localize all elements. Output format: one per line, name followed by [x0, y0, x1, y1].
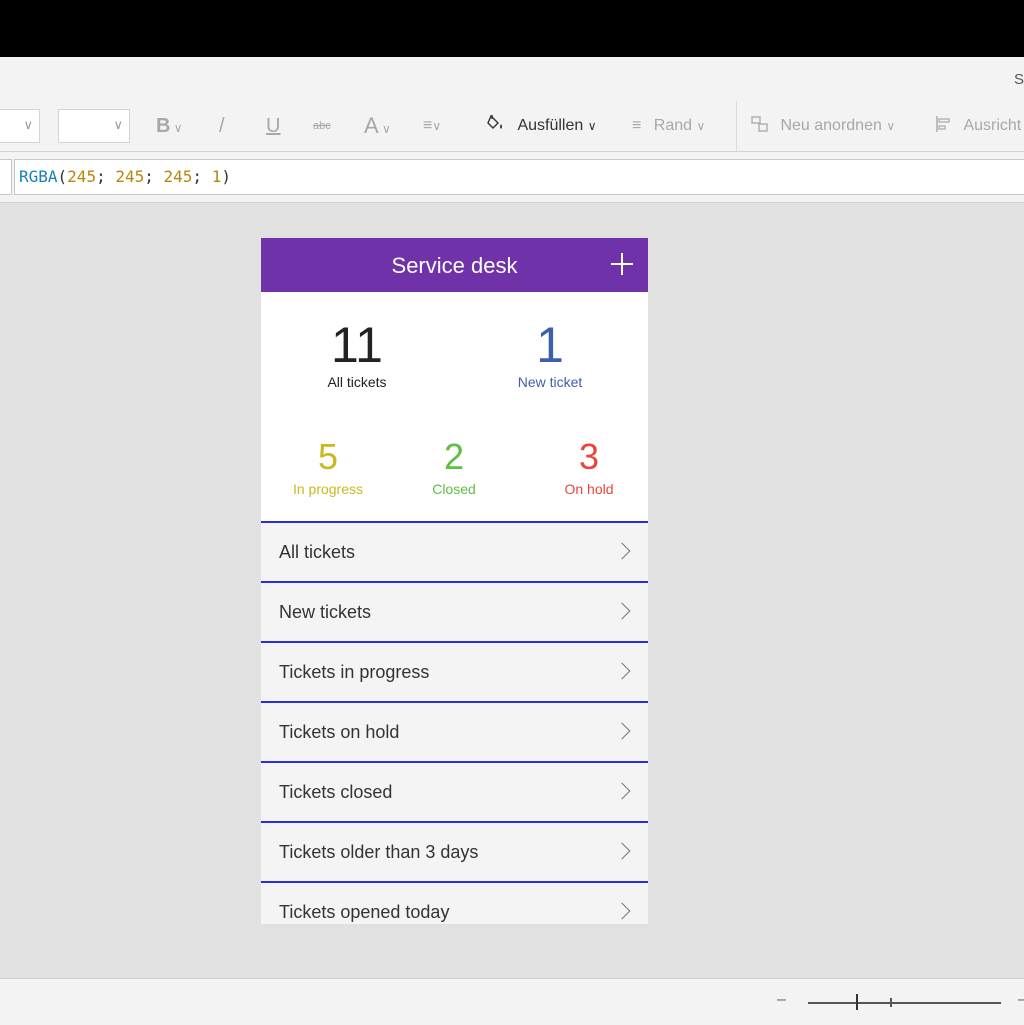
title-bar: S [0, 57, 1024, 102]
ticket-menu-list: All tickets New tickets Tickets in progr… [261, 521, 648, 924]
border-button[interactable]: ≡ Rand ∨ [632, 111, 705, 141]
align-lines-icon: ≡ [423, 117, 433, 134]
zoom-slider-thumb[interactable] [856, 994, 858, 1010]
menu-item-tickets-older-than-3-days[interactable]: Tickets older than 3 days [261, 821, 648, 881]
chevron-right-icon [613, 602, 631, 620]
status-bar: – – [0, 978, 1024, 1025]
underline-label: U [266, 115, 281, 137]
format-toolbar: ∨ ∨ B ∨ / U abc A ∨ ≡∨ Ausfüllen ∨ ≡ Ran… [0, 101, 1024, 152]
stat-new-label: New ticket [517, 374, 583, 390]
bold-label: B [156, 115, 171, 137]
stat-closed-value: 2 [443, 436, 465, 477]
app-header: Service desk [261, 238, 648, 292]
arrange-icon [751, 116, 768, 132]
align-left-icon [936, 116, 950, 132]
align-button[interactable]: Ausricht [935, 111, 1021, 141]
border-label: Rand [653, 117, 693, 134]
stat-progress-value: 5 [317, 436, 339, 477]
underline-button[interactable]: U [266, 111, 280, 141]
text-align-button[interactable]: ≡∨ [423, 111, 441, 141]
formula-separator: ; [192, 167, 212, 186]
zoom-slider-tick [890, 998, 892, 1007]
chevron-right-icon [613, 902, 631, 920]
stat-hold-value: 3 [578, 436, 600, 477]
formula-separator: ; [144, 167, 164, 186]
zoom-slider-track[interactable] [808, 1002, 1001, 1004]
menu-item-label: All tickets [279, 542, 356, 562]
menu-item-label: Tickets in progress [279, 662, 430, 682]
chevron-down-icon: ∨ [170, 121, 183, 135]
stat-on-hold[interactable]: 3 On hold [539, 436, 639, 498]
stat-closed-label: Closed [432, 481, 476, 497]
menu-item-label: Tickets older than 3 days [279, 842, 479, 862]
font-color-label: A [364, 113, 379, 138]
stat-closed[interactable]: 2 Closed [404, 436, 504, 498]
stat-in-progress[interactable]: 5 In progress [278, 436, 378, 498]
zoom-in-button[interactable]: – [1018, 991, 1024, 1009]
formula-paren-open: ( [57, 167, 68, 186]
menu-item-tickets-on-hold[interactable]: Tickets on hold [261, 701, 648, 761]
formula-paren-close: ) [221, 167, 231, 186]
font-family-dropdown[interactable]: ∨ [0, 109, 40, 143]
font-color-button[interactable]: A ∨ [364, 111, 391, 141]
toolbar-separator [736, 101, 737, 151]
fill-button[interactable]: Ausfüllen ∨ [486, 111, 597, 141]
menu-item-tickets-opened-today[interactable]: Tickets opened today [261, 881, 648, 924]
arrange-button[interactable]: Neu anordnen ∨ [750, 111, 895, 141]
formula-alpha: 1 [211, 167, 222, 186]
chevron-down-icon: ∨ [23, 117, 33, 132]
chevron-right-icon [613, 662, 631, 680]
formula-function: RGBA [19, 167, 58, 186]
add-icon[interactable] [611, 253, 633, 275]
chevron-down-icon: ∨ [696, 119, 706, 133]
app-screen[interactable]: Service desk 11 All tickets 1 New ticket… [261, 238, 648, 924]
window-title-fragment: S [1013, 71, 1024, 88]
chevron-right-icon [613, 842, 631, 860]
paint-bucket-icon [487, 114, 502, 129]
menu-item-label: New tickets [279, 602, 372, 622]
strikethrough-button[interactable]: abc [313, 111, 331, 141]
formula-red: 245 [67, 167, 97, 186]
italic-label: / [219, 115, 225, 137]
menu-item-label: Tickets closed [279, 782, 393, 802]
menu-item-label: Tickets on hold [279, 722, 400, 742]
formula-blue: 245 [163, 167, 193, 186]
chevron-down-icon: ∨ [886, 119, 896, 133]
menu-item-all-tickets[interactable]: All tickets [261, 521, 648, 581]
stat-hold-label: On hold [564, 481, 614, 497]
zoom-out-button[interactable]: – [777, 991, 786, 1009]
chevron-right-icon [613, 782, 631, 800]
menu-item-tickets-closed[interactable]: Tickets closed [261, 761, 648, 821]
fill-label: Ausfüllen [517, 117, 584, 134]
formula-separator: ; [96, 167, 116, 186]
chevron-right-icon [613, 542, 631, 560]
top-black-bar [0, 0, 1024, 57]
formula-green: 245 [115, 167, 145, 186]
stat-all-tickets[interactable]: 11 All tickets [307, 320, 407, 390]
chevron-down-icon: ∨ [432, 119, 442, 133]
stat-all-label: All tickets [327, 374, 387, 390]
formula-input[interactable]: RGBA(245; 245; 245; 1) [14, 159, 1024, 195]
align-label: Ausricht [963, 117, 1022, 134]
arrange-label: Neu anordnen [780, 117, 882, 134]
border-lines-icon: ≡ [632, 117, 642, 134]
italic-button[interactable]: / [219, 111, 225, 141]
chevron-down-icon: ∨ [378, 122, 391, 136]
strikethrough-label: abc [313, 120, 331, 132]
stat-new-value: 1 [536, 317, 564, 373]
menu-item-new-tickets[interactable]: New tickets [261, 581, 648, 641]
stat-new-ticket[interactable]: 1 New ticket [490, 320, 610, 390]
chevron-down-icon: ∨ [113, 117, 123, 132]
formula-bar-left-box [0, 159, 12, 195]
stat-progress-label: In progress [292, 481, 364, 497]
bold-button[interactable]: B ∨ [156, 111, 183, 141]
chevron-right-icon [613, 722, 631, 740]
app-title: Service desk [391, 253, 518, 278]
stat-all-value: 11 [331, 317, 383, 373]
menu-item-tickets-in-progress[interactable]: Tickets in progress [261, 641, 648, 701]
formula-bar: RGBA(245; 245; 245; 1) [0, 152, 1024, 202]
menu-item-label: Tickets opened today [279, 902, 450, 922]
font-size-dropdown[interactable]: ∨ [58, 109, 130, 143]
chevron-down-icon: ∨ [587, 119, 597, 133]
